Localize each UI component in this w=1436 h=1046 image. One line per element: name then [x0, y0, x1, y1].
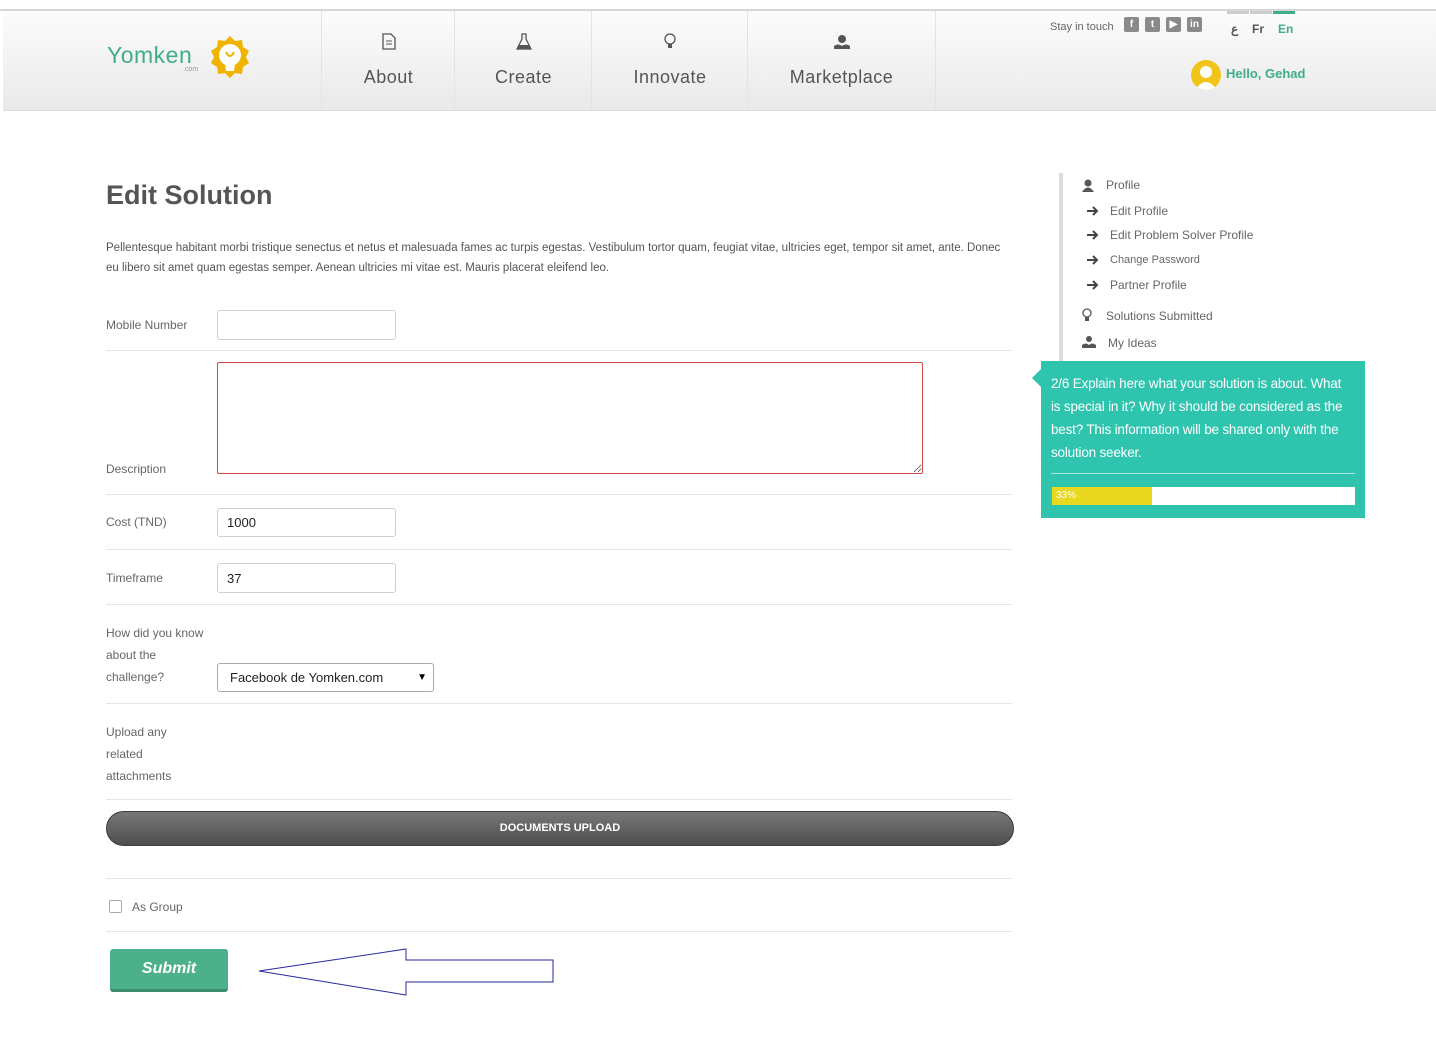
nav-innovate[interactable]: Innovate	[591, 11, 748, 110]
attachments-label: Upload any related attachments	[106, 725, 172, 783]
yomken-logo[interactable]: Yomken .com	[107, 34, 257, 84]
hand-gear-icon	[833, 35, 850, 49]
sidebar-item-change-password[interactable]: Change Password	[1110, 252, 1200, 268]
flask-icon	[515, 33, 532, 50]
logo-text: Yomken	[107, 42, 193, 68]
documents-upload-button[interactable]: DOCUMENTS UPLOAD	[106, 811, 1014, 846]
cost-field[interactable]	[217, 508, 396, 537]
twitter-icon[interactable]: t	[1145, 17, 1160, 32]
annotation-arrow-icon	[258, 948, 554, 996]
sidebar-item-my-ideas[interactable]: My Ideas	[1108, 335, 1157, 351]
document-icon	[381, 33, 396, 50]
row-divider	[106, 350, 1012, 351]
how-did-you-know-label: How did you know about the challenge?	[106, 626, 204, 684]
facebook-icon[interactable]: f	[1124, 17, 1139, 32]
row-divider	[106, 549, 1012, 550]
sidebar-item-edit-profile[interactable]: Edit Profile	[1110, 203, 1168, 219]
mobile-number-field[interactable]	[217, 310, 396, 340]
arrow-right-icon	[1086, 228, 1100, 242]
row-divider	[106, 931, 1012, 932]
dropdown-arrow-icon: ▼	[417, 672, 427, 683]
sidebar-line	[1059, 173, 1063, 368]
nav-marketplace-label: Marketplace	[789, 67, 894, 87]
timeframe-label: Timeframe	[106, 571, 163, 585]
mobile-number-label: Mobile Number	[106, 318, 188, 332]
lang-bar-en	[1273, 11, 1295, 14]
row-divider	[106, 703, 1012, 704]
cost-label: Cost (TND)	[106, 515, 167, 529]
as-group-label: As Group	[132, 900, 183, 914]
sidebar-item-solutions-submitted[interactable]: Solutions Submitted	[1106, 308, 1213, 324]
tooltip-caret	[1032, 369, 1041, 387]
sidebar-item-edit-problem-solver[interactable]: Edit Problem Solver Profile	[1110, 227, 1253, 243]
lightbulb-logo-icon	[211, 36, 249, 78]
sidebar-item-profile[interactable]: Profile	[1106, 177, 1140, 193]
nav-create[interactable]: Create	[454, 11, 592, 110]
lightbulb-icon	[1080, 308, 1094, 322]
progress-bar: 33%	[1052, 487, 1355, 505]
linkedin-icon[interactable]: in	[1187, 17, 1202, 32]
stay-in-touch-label: Stay in touch	[1050, 21, 1114, 33]
description-label: Description	[106, 462, 167, 476]
lang-arabic[interactable]: ع	[1231, 22, 1238, 36]
nav-about-label: About	[363, 67, 414, 87]
lang-bar-fr	[1250, 11, 1272, 14]
nav-about[interactable]: About	[321, 11, 455, 110]
description-field[interactable]	[217, 362, 923, 474]
sidebar-item-partner-profile[interactable]: Partner Profile	[1110, 277, 1187, 293]
row-divider	[106, 604, 1012, 605]
row-divider	[106, 799, 1012, 800]
nav-create-label: Create	[494, 67, 553, 87]
source-select[interactable]: Facebook de Yomken.com ▼	[217, 663, 434, 692]
intro-text: Pellentesque habitant morbi tristique se…	[106, 242, 1001, 274]
greeting[interactable]: Hello, Gehad	[1226, 66, 1305, 81]
hand-gear-icon	[1082, 334, 1096, 348]
lang-bar-ar	[1227, 11, 1249, 14]
nav-marketplace[interactable]: Marketplace	[747, 11, 936, 110]
lang-english[interactable]: En	[1278, 22, 1293, 36]
nav-innovate-label: Innovate	[633, 67, 707, 87]
avatar[interactable]	[1191, 60, 1221, 90]
lightbulb-icon	[664, 33, 676, 48]
help-tooltip: 2/6 Explain here what your solution is a…	[1032, 361, 1365, 518]
lang-french[interactable]: Fr	[1252, 22, 1264, 36]
page-title: Edit Solution	[106, 180, 273, 210]
submit-button[interactable]: Submit	[110, 949, 228, 992]
arrow-right-icon	[1086, 278, 1100, 292]
arrow-right-icon	[1086, 204, 1100, 218]
row-divider	[106, 494, 1012, 495]
row-divider	[106, 878, 1012, 879]
tooltip-divider	[1051, 473, 1355, 474]
progress-label: 33%	[1056, 490, 1077, 501]
as-group-checkbox[interactable]	[109, 900, 122, 913]
youtube-icon[interactable]: ▶	[1166, 17, 1181, 32]
logo-sub: .com	[183, 66, 199, 73]
user-icon	[1081, 178, 1095, 192]
tooltip-text: 2/6 Explain here what your solution is a…	[1051, 376, 1343, 460]
timeframe-field[interactable]	[217, 563, 396, 593]
source-select-value: Facebook de Yomken.com	[230, 670, 384, 685]
user-avatar-icon	[1195, 66, 1217, 90]
arrow-right-icon	[1086, 253, 1100, 267]
